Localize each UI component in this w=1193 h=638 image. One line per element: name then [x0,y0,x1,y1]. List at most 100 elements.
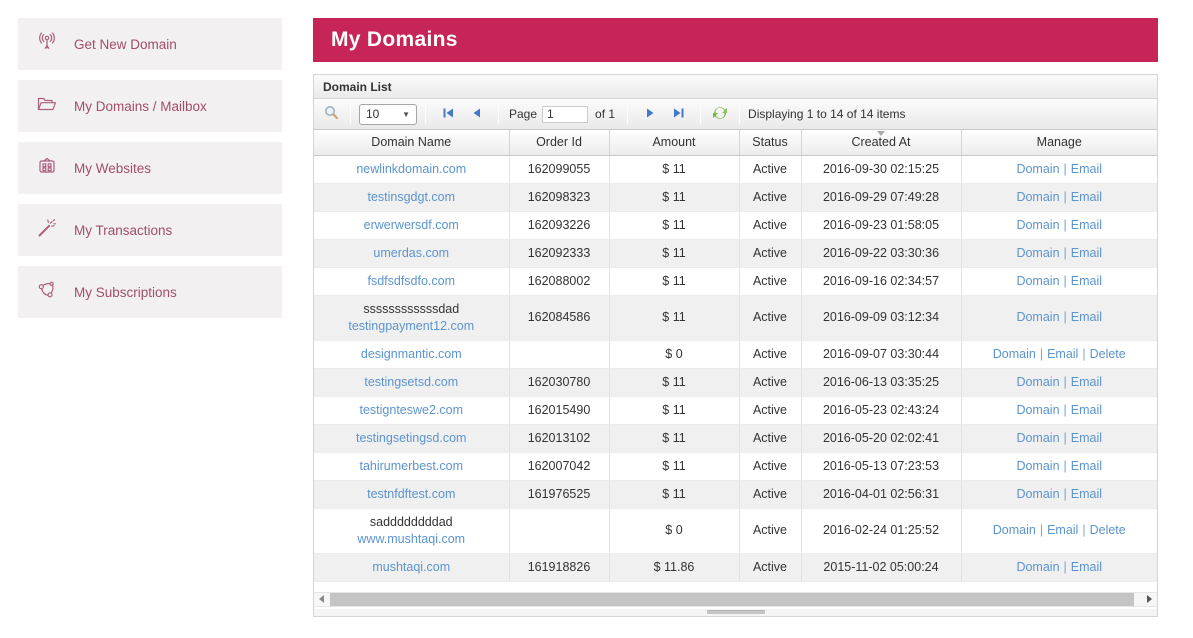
domain-link[interactable]: designmantic.com [361,347,462,361]
manage-email-link[interactable]: Email [1071,375,1102,389]
manage-email-link[interactable]: Email [1071,246,1102,260]
domain-cell: saddddddddadwww.mushtaqi.com [314,508,509,553]
status-cell: Active [739,396,801,424]
previous-page-icon [469,106,484,123]
domain-link[interactable]: mushtaqi.com [372,560,450,574]
domain-link[interactable]: testignteswe2.com [359,403,463,417]
manage-cell: Domain|Email [961,553,1157,581]
manage-domain-link[interactable]: Domain [993,523,1036,537]
order-id-cell [509,340,609,368]
manage-domain-link[interactable]: Domain [1016,431,1059,445]
next-page-button[interactable] [639,103,661,125]
refresh-button[interactable] [709,103,731,125]
domain-link[interactable]: testinsgdgt.com [367,190,455,204]
domain-link[interactable]: fsdfsdfsdfo.com [367,274,455,288]
manage-domain-link[interactable]: Domain [993,347,1036,361]
domain-link[interactable]: umerdas.com [373,246,449,260]
search-button[interactable] [320,103,342,125]
domain-link[interactable]: erwerwersdf.com [364,218,459,232]
manage-delete-link[interactable]: Delete [1090,523,1126,537]
toolbar-separator [350,104,351,124]
sidebar-item-my-domains-mailbox[interactable]: My Domains / Mailbox [18,80,282,132]
page-size-select[interactable]: 10 ▼ [359,104,417,125]
domain-link[interactable]: newlinkdomain.com [356,162,466,176]
domain-link[interactable]: testingpayment12.com [348,319,474,333]
manage-domain-link[interactable]: Domain [1016,487,1059,501]
manage-domain-link[interactable]: Domain [1016,403,1059,417]
manage-domain-link[interactable]: Domain [1016,459,1059,473]
manage-domain-link[interactable]: Domain [1016,310,1059,324]
first-page-button[interactable] [437,103,459,125]
sidebar-item-my-subscriptions[interactable]: My Subscriptions [18,266,282,318]
last-page-button[interactable] [667,103,689,125]
amount-cell: $ 11 [609,424,739,452]
manage-link-separator: | [1078,523,1089,537]
toolbar-separator [498,104,499,124]
domain-link[interactable]: testingsetsd.com [364,375,458,389]
manage-link-separator: | [1036,347,1047,361]
manage-email-link[interactable]: Email [1071,487,1102,501]
manage-email-link[interactable]: Email [1047,523,1078,537]
column-header-created-at[interactable]: Created At [801,130,961,155]
manage-email-link[interactable]: Email [1071,459,1102,473]
sidebar-item-get-new-domain[interactable]: Get New Domain [18,18,282,70]
created-at-cell: 2016-09-09 03:12:34 [801,295,961,340]
sidebar-item-my-websites[interactable]: My Websites [18,142,282,194]
column-header-order-id[interactable]: Order Id [509,130,609,155]
manage-link-separator: | [1060,375,1071,389]
domain-link[interactable]: tahirumerbest.com [359,459,463,473]
column-header-domain-name[interactable]: Domain Name [314,130,509,155]
horizontal-scrollbar[interactable] [314,592,1157,607]
manage-link-separator: | [1078,347,1089,361]
page: Get New Domain My Domains / Mailbox [0,0,1193,638]
manage-domain-link[interactable]: Domain [1016,218,1059,232]
manage-email-link[interactable]: Email [1071,218,1102,232]
manage-email-link[interactable]: Email [1071,560,1102,574]
domain-alias-text: saddddddddad [318,514,505,531]
manage-cell: Domain|Email [961,155,1157,183]
column-header-manage[interactable]: Manage [961,130,1157,155]
order-id-cell: 162098323 [509,183,609,211]
building-icon [35,154,59,183]
manage-email-link[interactable]: Email [1071,190,1102,204]
status-cell: Active [739,211,801,239]
manage-cell: Domain|Email [961,424,1157,452]
sidebar-item-label: My Domains / Mailbox [74,99,207,114]
manage-email-link[interactable]: Email [1071,274,1102,288]
amount-cell: $ 11 [609,452,739,480]
order-id-cell: 162093226 [509,211,609,239]
domain-cell: testingsetsd.com [314,368,509,396]
manage-email-link[interactable]: Email [1071,310,1102,324]
manage-domain-link[interactable]: Domain [1016,560,1059,574]
page-number-input[interactable] [542,106,588,123]
table-row: testinsgdgt.com162098323$ 11Active2016-0… [314,183,1157,211]
domain-link[interactable]: www.mushtaqi.com [357,532,465,546]
column-header-amount[interactable]: Amount [609,130,739,155]
domain-cell: testingsetingsd.com [314,424,509,452]
domain-list-panel: Domain List 10 ▼ [313,74,1158,617]
amount-cell: $ 11.86 [609,553,739,581]
scroll-left-arrow-icon[interactable] [314,592,329,607]
scrollbar-track[interactable] [329,592,1142,607]
scrollbar-thumb[interactable] [330,593,1134,606]
scroll-right-arrow-icon[interactable] [1142,592,1157,607]
manage-email-link[interactable]: Email [1071,403,1102,417]
manage-delete-link[interactable]: Delete [1090,347,1126,361]
amount-cell: $ 0 [609,340,739,368]
previous-page-button[interactable] [465,103,487,125]
manage-email-link[interactable]: Email [1047,347,1078,361]
manage-domain-link[interactable]: Domain [1016,190,1059,204]
grid-bottom-gap [314,582,1157,592]
manage-email-link[interactable]: Email [1071,162,1102,176]
domain-link[interactable]: testingsetingsd.com [356,431,466,445]
manage-cell: Domain|Email [961,239,1157,267]
column-header-status[interactable]: Status [739,130,801,155]
manage-email-link[interactable]: Email [1071,431,1102,445]
manage-domain-link[interactable]: Domain [1016,246,1059,260]
sidebar-item-my-transactions[interactable]: My Transactions [18,204,282,256]
manage-domain-link[interactable]: Domain [1016,274,1059,288]
resize-grip[interactable] [707,610,765,614]
domain-link[interactable]: testnfdftest.com [367,487,455,501]
manage-domain-link[interactable]: Domain [1016,162,1059,176]
manage-domain-link[interactable]: Domain [1016,375,1059,389]
